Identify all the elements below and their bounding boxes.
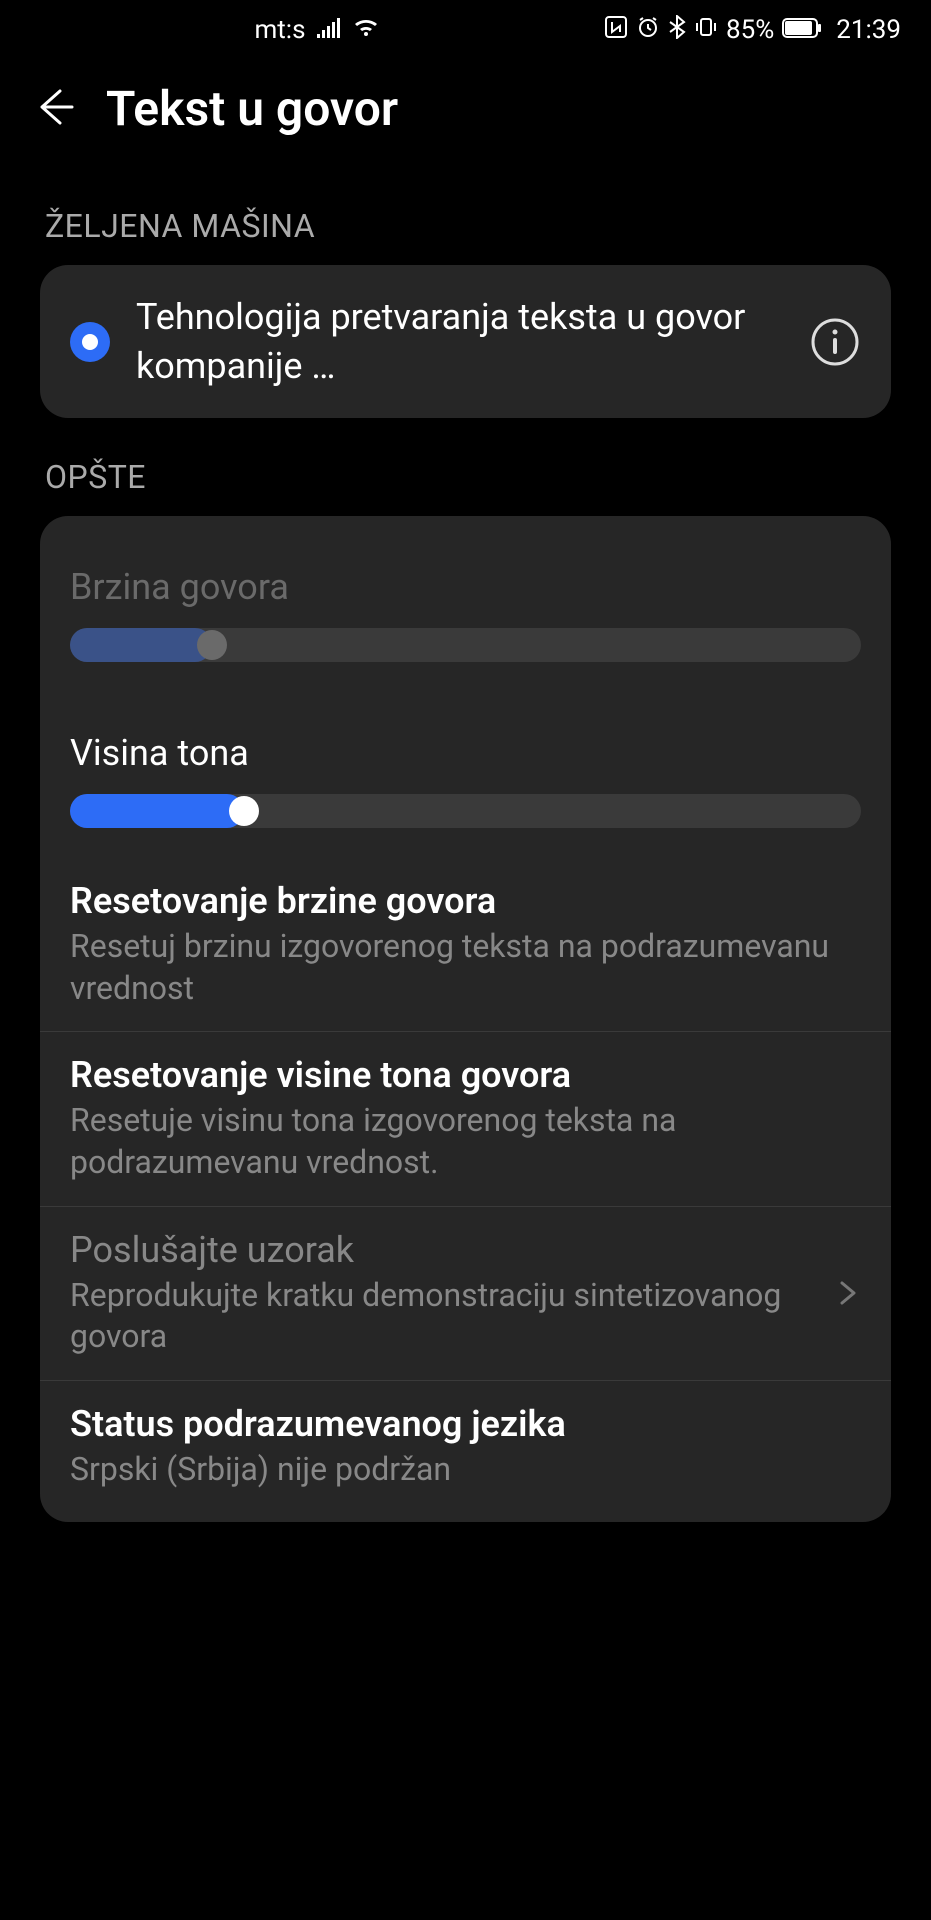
status-left: mt:s <box>30 15 604 45</box>
carrier-label: mt:s <box>254 15 305 45</box>
nfc-icon <box>604 15 628 46</box>
list-item-text: Status podrazumevanog jezikaSrpski (Srbi… <box>70 1403 861 1491</box>
engine-label: Tehnologija pretvaranja teksta u govor k… <box>136 293 783 390</box>
chevron-right-icon <box>833 1279 861 1307</box>
speed-slider-fill <box>70 628 212 662</box>
list-item-title: Status podrazumevanog jezika <box>70 1403 861 1445</box>
bluetooth-icon <box>668 15 686 46</box>
wifi-icon <box>352 15 380 45</box>
pitch-slider-fill <box>70 794 244 828</box>
pitch-slider-block: Visina tona <box>40 692 891 858</box>
general-card: Brzina govora Visina tona Resetovanje br… <box>40 516 891 1522</box>
speed-slider <box>70 628 861 662</box>
back-button[interactable] <box>30 83 78 135</box>
list-item-subtitle: Srpski (Srbija) nije podržan <box>70 1449 861 1491</box>
general-section-header: OPŠTE <box>0 418 931 516</box>
list-item[interactable]: Poslušajte uzorakReprodukujte kratku dem… <box>40 1206 891 1380</box>
pitch-slider-thumb[interactable] <box>229 796 259 826</box>
list-item-text: Resetovanje brzine govoraResetuj brzinu … <box>70 880 861 1009</box>
list-item-title: Poslušajte uzorak <box>70 1229 821 1271</box>
clock-label: 21:39 <box>836 15 901 45</box>
status-right: 85% 21:39 <box>604 15 901 46</box>
battery-pct: 85% <box>726 15 774 45</box>
list-item-subtitle: Reprodukujte kratku demonstraciju sintet… <box>70 1275 821 1358</box>
vibrate-icon <box>694 15 718 46</box>
list-item[interactable]: Status podrazumevanog jezikaSrpski (Srbi… <box>40 1380 891 1513</box>
list-item-title: Resetovanje visine tona govora <box>70 1054 861 1096</box>
speed-slider-thumb <box>197 630 227 660</box>
signal-icon <box>316 15 342 45</box>
list-item-text: Poslušajte uzorakReprodukujte kratku dem… <box>70 1229 821 1358</box>
list-item[interactable]: Resetovanje brzine govoraResetuj brzinu … <box>40 858 891 1031</box>
alarm-icon <box>636 15 660 46</box>
list-item-text: Resetovanje visine tona govoraResetuje v… <box>70 1054 861 1183</box>
status-bar: mt:s 85% 21:39 <box>0 0 931 60</box>
speed-slider-block: Brzina govora <box>40 546 891 692</box>
radio-selected-icon <box>70 322 110 362</box>
pitch-label: Visina tona <box>70 732 861 774</box>
speed-label: Brzina govora <box>70 566 861 608</box>
pitch-slider[interactable] <box>70 794 861 828</box>
engine-info-button[interactable] <box>809 316 861 368</box>
page-header: Tekst u govor <box>0 60 931 167</box>
list-item-title: Resetovanje brzine govora <box>70 880 861 922</box>
list-item-subtitle: Resetuje visinu tona izgovorenog teksta … <box>70 1100 861 1183</box>
battery-icon <box>782 15 822 45</box>
list-item-subtitle: Resetuj brzinu izgovorenog teksta na pod… <box>70 926 861 1009</box>
engine-row[interactable]: Tehnologija pretvaranja teksta u govor k… <box>40 265 891 418</box>
engine-card: Tehnologija pretvaranja teksta u govor k… <box>40 265 891 418</box>
list-item[interactable]: Resetovanje visine tona govoraResetuje v… <box>40 1031 891 1205</box>
engine-section-header: ŽELJENA MAŠINA <box>0 167 931 265</box>
page-title: Tekst u govor <box>106 80 398 137</box>
